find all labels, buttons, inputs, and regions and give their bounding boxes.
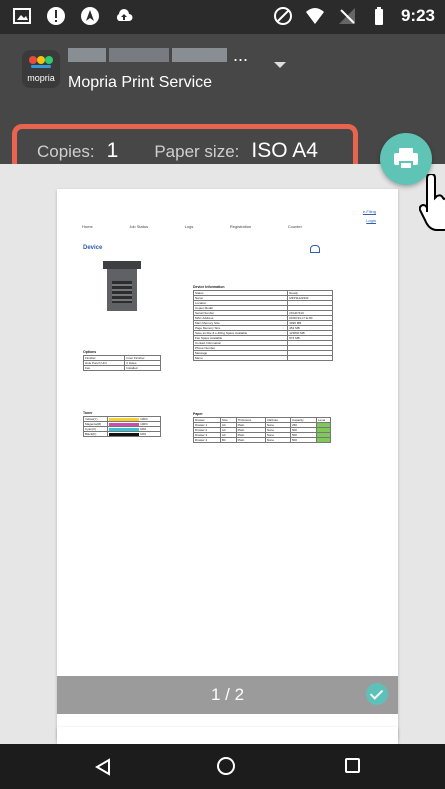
recents-icon[interactable] — [345, 758, 360, 773]
options-table: Finisher Inner Finisher Hole Punch Unit 2 … — [82, 355, 161, 371]
printer-selector[interactable]: ... — [68, 45, 249, 66]
doc-nav-item: Registration — [229, 224, 252, 229]
printer-name-blurred — [109, 48, 169, 62]
doc-device-info-title: Device Information — [193, 285, 225, 289]
wifi-icon — [305, 8, 324, 24]
no-sim-icon — [338, 8, 355, 24]
doc-title: Device — [83, 245, 103, 251]
doc-toner-title: Toner — [83, 411, 93, 415]
printer-name-blurred — [68, 48, 106, 62]
nav-icon — [81, 7, 99, 25]
doc-nav: Home Job Status Logs Registration Counte… — [82, 224, 302, 229]
page-indicator: 1 / 2 — [210, 685, 245, 704]
print-header: mopria ... Mopria Print Service Copies: … — [0, 34, 445, 194]
mopria-logo-icon — [29, 56, 53, 68]
doc-nav-item: Job Status — [129, 224, 149, 229]
printer-name-blurred — [172, 48, 227, 62]
preview-page-1[interactable]: Home Job Status Logs Registration Counte… — [57, 189, 398, 739]
cloud-icon — [116, 9, 133, 21]
copies-label: Copies: — [37, 142, 95, 161]
printer-image — [103, 261, 141, 311]
status-bar: 9:23 — [0, 0, 445, 34]
printer-dropdown-icon[interactable] — [274, 62, 286, 68]
mopria-logo-text: mopria — [27, 73, 55, 83]
doc-login-link: Login — [366, 218, 376, 223]
do-not-disturb-icon — [273, 7, 292, 25]
doc-nav-item: Counter — [287, 224, 302, 229]
battery-icon — [374, 7, 383, 25]
image-icon — [13, 8, 31, 24]
doc-efiling-link: e-Filing — [362, 209, 376, 214]
back-icon[interactable] — [94, 758, 112, 776]
doc-paper-title: Paper — [193, 412, 203, 416]
home-icon[interactable] — [217, 757, 235, 775]
paper-size-label: Paper size: — [154, 142, 240, 161]
system-nav-bar — [0, 744, 445, 789]
doc-options-title: Options — [83, 350, 97, 354]
device-info-table: Status Ready Name MFP11122333 Location Cop… — [192, 290, 333, 361]
pointing-hand-icon — [419, 174, 445, 231]
page-selected-check-icon[interactable] — [366, 683, 388, 705]
alert-icon — [47, 7, 65, 25]
status-clock: 9:23 — [400, 6, 435, 25]
page-footer: 1 / 2 — [57, 676, 398, 714]
doc-nav-item: Logs — [184, 224, 194, 229]
printer-name-ellipsis: ... — [233, 45, 249, 65]
doc-help-icon — [310, 245, 320, 253]
document-content: Home Job Status Logs Registration Counte… — [57, 189, 398, 701]
toner-table: Yellow(Y) 100% Magenta(M) 100% Cyan(C) 9… — [82, 416, 161, 437]
doc-nav-item: Home — [82, 224, 93, 229]
paper-size-value[interactable]: ISO A4 — [251, 139, 318, 163]
print-preview[interactable]: Home Job Status Logs Registration Counte… — [0, 164, 445, 757]
copies-value[interactable]: 1 — [107, 139, 119, 163]
paper-table: Drawer Size Thickness Attribute Capacity Lev… — [193, 417, 331, 443]
service-name: Mopria Print Service — [68, 74, 213, 91]
